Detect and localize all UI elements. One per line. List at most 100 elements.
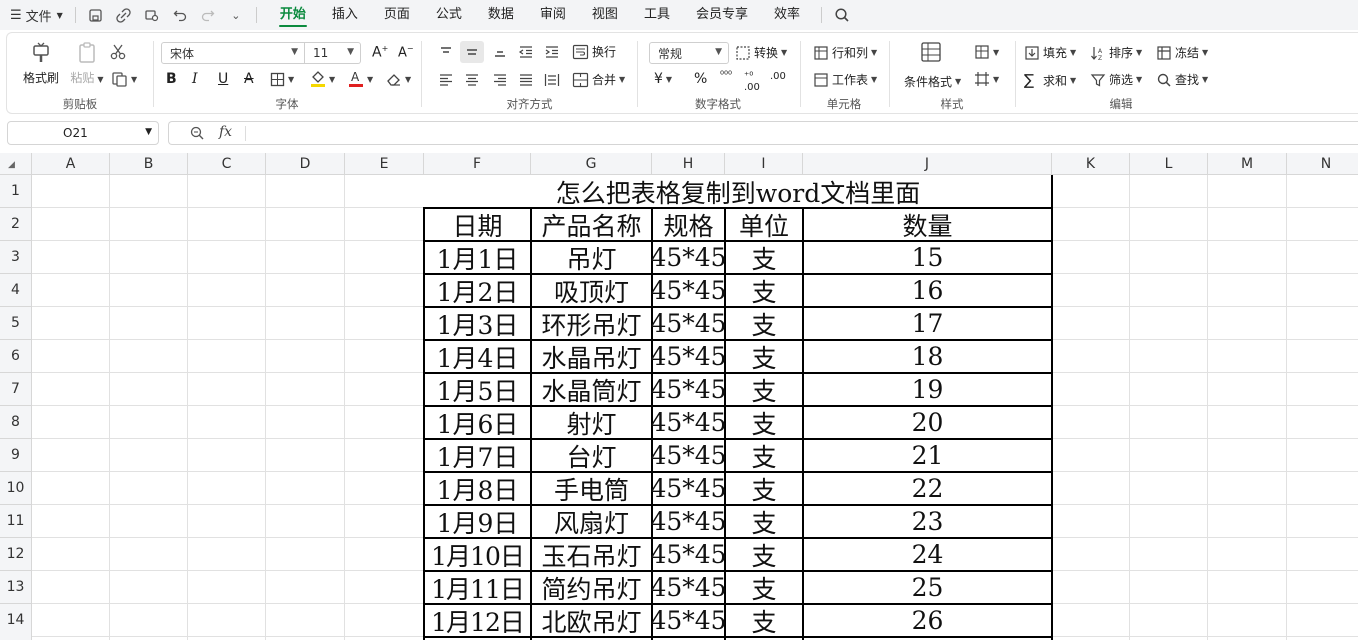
quantity-cell[interactable]: 25 (804, 571, 1051, 604)
border-button[interactable]: ▼ (270, 72, 294, 87)
find-button[interactable]: 查找 ▼ (1156, 71, 1208, 88)
strikethrough-button[interactable]: A (244, 71, 254, 87)
quantity-cell[interactable]: 26 (804, 604, 1051, 637)
column-header[interactable]: F (424, 153, 531, 175)
product-cell[interactable]: 玉石吊灯 (532, 538, 651, 571)
tab-review[interactable]: 审阅 (527, 0, 579, 30)
sum-button[interactable]: ∑ 求和 ▼ (1024, 71, 1076, 89)
unit-cell[interactable]: 支 (726, 241, 802, 274)
header-cell[interactable]: 单位 (726, 208, 802, 241)
zoom-icon[interactable] (189, 125, 205, 145)
sort-button[interactable]: A Z 排序 ▼ (1090, 44, 1142, 61)
spec-cell[interactable]: 45*45 (650, 472, 726, 505)
fx-icon[interactable]: fx (219, 124, 232, 140)
format-painter-button[interactable]: 格式刷 (21, 41, 61, 86)
tab-view[interactable]: 视图 (579, 0, 631, 30)
quantity-cell[interactable]: 23 (804, 505, 1051, 538)
align-left-button[interactable] (438, 73, 454, 87)
unit-cell[interactable]: 支 (726, 373, 802, 406)
undo-icon[interactable] (169, 4, 191, 26)
customize-toolbar-icon[interactable]: ⌄ (225, 4, 247, 26)
unit-cell[interactable]: 支 (726, 439, 802, 472)
row-header[interactable]: 13 (0, 571, 32, 604)
redo-icon[interactable] (197, 4, 219, 26)
font-size-select[interactable]: 11 ▼ (305, 42, 361, 64)
spec-cell[interactable]: 45*45 (650, 241, 726, 274)
tab-formula[interactable]: 公式 (423, 0, 475, 30)
decrease-decimal-button[interactable]: .00 (770, 71, 786, 82)
font-color-button[interactable]: A ▼ (348, 70, 373, 88)
align-bottom-button[interactable] (492, 45, 508, 59)
unit-cell[interactable]: 支 (726, 538, 802, 571)
print-preview-icon[interactable] (141, 4, 163, 26)
distributed-button[interactable] (544, 73, 560, 87)
table-style-button[interactable]: ▼ (974, 71, 999, 87)
product-cell[interactable]: 北欧吊灯 (532, 604, 651, 637)
row-header[interactable]: 10 (0, 472, 32, 505)
date-cell[interactable]: 1月4日 (425, 340, 530, 373)
conditional-format-icon-button[interactable] (920, 41, 942, 63)
spec-cell[interactable]: 45*45 (650, 274, 726, 307)
date-cell[interactable]: 1月2日 (425, 274, 530, 307)
sheet-grid[interactable]: 怎么把表格复制到word文档里面 日期 产品名称 规格 单位 数量 1月1日 吊… (32, 175, 1358, 640)
spec-cell[interactable]: 45*45 (650, 439, 726, 472)
column-header[interactable]: H (652, 153, 725, 175)
date-cell[interactable]: 1月11日 (425, 571, 530, 604)
paste-button[interactable]: 粘贴 ▼ (67, 41, 107, 86)
quantity-cell[interactable]: 21 (804, 439, 1051, 472)
justify-button[interactable] (518, 73, 534, 87)
align-right-button[interactable] (492, 73, 508, 87)
currency-button[interactable]: ¥ ▼ (654, 71, 672, 87)
date-cell[interactable]: 1月9日 (425, 505, 530, 538)
row-header[interactable]: 11 (0, 505, 32, 538)
formula-input[interactable] (253, 125, 1343, 141)
unit-cell[interactable]: 支 (726, 406, 802, 439)
thousands-button[interactable]: ⁰⁰⁰ (720, 70, 732, 81)
product-cell[interactable]: 吸顶灯 (532, 274, 651, 307)
increase-indent-button[interactable] (544, 45, 560, 59)
fill-button[interactable]: 填充 ▼ (1024, 44, 1076, 61)
header-cell[interactable]: 数量 (804, 208, 1051, 241)
cell-style-button[interactable]: ▼ (974, 44, 999, 60)
quantity-cell[interactable]: 16 (804, 274, 1051, 307)
spec-cell[interactable]: 45*45 (650, 406, 726, 439)
row-header[interactable]: 7 (0, 373, 32, 406)
spec-cell[interactable]: 45*45 (650, 538, 726, 571)
spec-cell[interactable]: 45*45 (650, 505, 726, 538)
tab-insert[interactable]: 插入 (319, 0, 371, 30)
date-cell[interactable]: 1月5日 (425, 373, 530, 406)
tab-tools[interactable]: 工具 (631, 0, 683, 30)
clear-format-button[interactable]: ▼ (386, 72, 411, 87)
tab-member[interactable]: 会员专享 (683, 0, 761, 30)
column-header[interactable]: B (110, 153, 188, 175)
tab-efficiency[interactable]: 效率 (761, 0, 813, 30)
tab-data[interactable]: 数据 (475, 0, 527, 30)
product-cell[interactable]: 射灯 (532, 406, 651, 439)
column-header[interactable]: D (266, 153, 345, 175)
product-cell[interactable]: 水晶筒灯 (532, 373, 651, 406)
table-title[interactable]: 怎么把表格复制到word文档里面 (425, 175, 1051, 208)
font-name-select[interactable]: 宋体 ▼ (161, 42, 305, 64)
number-format-select[interactable]: 常规 ▼ (649, 42, 729, 64)
quantity-cell[interactable]: 20 (804, 406, 1051, 439)
spec-cell[interactable]: 45*45 (650, 307, 726, 340)
column-header[interactable]: K (1052, 153, 1130, 175)
unit-cell[interactable]: 支 (726, 274, 802, 307)
spec-cell[interactable]: 45*45 (650, 373, 726, 406)
wrap-text-button[interactable]: 换行 (572, 43, 616, 60)
quantity-cell[interactable]: 17 (804, 307, 1051, 340)
column-header[interactable]: A (32, 153, 110, 175)
unit-cell[interactable]: 支 (726, 571, 802, 604)
spec-cell[interactable]: 45*45 (650, 571, 726, 604)
rows-columns-button[interactable]: 行和列 ▼ (813, 44, 877, 61)
filter-button[interactable]: 筛选 ▼ (1090, 71, 1142, 88)
increase-font-button[interactable]: A+ (372, 44, 388, 61)
product-cell[interactable]: 简约吊灯 (532, 571, 651, 604)
column-header[interactable]: N (1287, 153, 1358, 175)
tab-page[interactable]: 页面 (371, 0, 423, 30)
date-cell[interactable]: 1月7日 (425, 439, 530, 472)
column-header[interactable]: J (803, 153, 1052, 175)
product-cell[interactable]: 吊灯 (532, 241, 651, 274)
row-header[interactable]: 12 (0, 538, 32, 571)
align-top-button[interactable] (438, 45, 454, 59)
